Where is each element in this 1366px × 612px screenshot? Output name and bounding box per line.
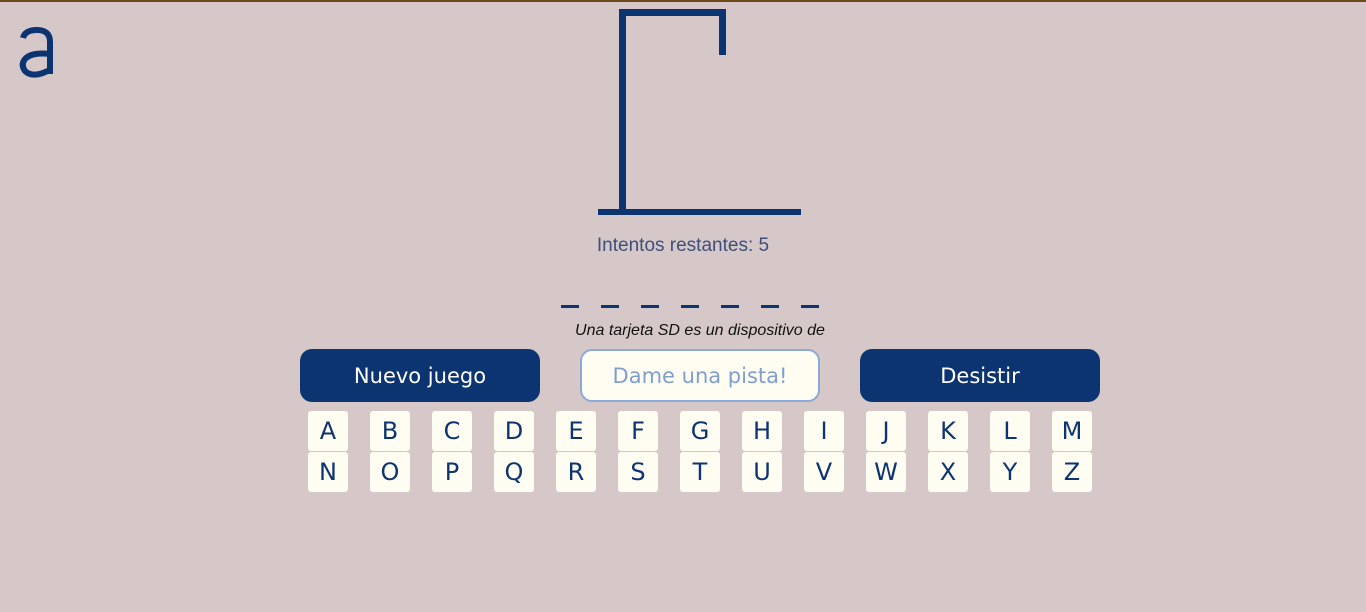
gallows-beam xyxy=(619,9,726,16)
hidden-word xyxy=(561,298,819,308)
key-z[interactable]: Z xyxy=(1052,452,1092,492)
keyboard-row-1: A B C D E F G H I J K L M xyxy=(308,411,1108,451)
key-l[interactable]: L xyxy=(990,411,1030,451)
attempts-remaining: Intentos restantes: 5 xyxy=(596,235,770,256)
a-logo-icon xyxy=(19,26,53,78)
key-w[interactable]: W xyxy=(866,452,906,492)
key-s[interactable]: S xyxy=(618,452,658,492)
letter-keyboard: A B C D E F G H I J K L M N O P Q R S T … xyxy=(308,411,1108,493)
key-g[interactable]: G xyxy=(680,411,720,451)
key-t[interactable]: T xyxy=(680,452,720,492)
key-v[interactable]: V xyxy=(804,452,844,492)
key-m[interactable]: M xyxy=(1052,411,1092,451)
key-p[interactable]: P xyxy=(432,452,472,492)
gallows-rope xyxy=(719,9,726,55)
letter-slot xyxy=(641,305,659,308)
letter-slot xyxy=(681,305,699,308)
new-game-button[interactable]: Nuevo juego xyxy=(300,349,540,402)
key-b[interactable]: B xyxy=(370,411,410,451)
keyboard-row-2: N O P Q R S T U V W X Y Z xyxy=(308,452,1108,492)
key-h[interactable]: H xyxy=(742,411,782,451)
hint-text: Una tarjeta SD es un dispositivo de xyxy=(575,322,825,339)
key-u[interactable]: U xyxy=(742,452,782,492)
key-i[interactable]: I xyxy=(804,411,844,451)
key-q[interactable]: Q xyxy=(494,452,534,492)
key-c[interactable]: C xyxy=(432,411,472,451)
key-d[interactable]: D xyxy=(494,411,534,451)
key-f[interactable]: F xyxy=(618,411,658,451)
gallows-base xyxy=(598,209,801,215)
key-x[interactable]: X xyxy=(928,452,968,492)
letter-slot xyxy=(561,305,579,308)
letter-slot xyxy=(601,305,619,308)
gallows-post xyxy=(619,9,626,213)
key-y[interactable]: Y xyxy=(990,452,1030,492)
key-j[interactable]: J xyxy=(866,411,906,451)
key-r[interactable]: R xyxy=(556,452,596,492)
key-n[interactable]: N xyxy=(308,452,348,492)
give-up-button[interactable]: Desistir xyxy=(860,349,1100,402)
key-k[interactable]: K xyxy=(928,411,968,451)
gallows-drawing xyxy=(598,9,801,215)
key-a[interactable]: A xyxy=(308,411,348,451)
hint-button[interactable]: Dame una pista! xyxy=(580,349,820,402)
key-o[interactable]: O xyxy=(370,452,410,492)
letter-slot xyxy=(801,305,819,308)
letter-slot xyxy=(761,305,779,308)
letter-slot xyxy=(721,305,739,308)
hangman-game: Intentos restantes: 5 Una tarjeta SD es … xyxy=(0,0,1366,612)
key-e[interactable]: E xyxy=(556,411,596,451)
